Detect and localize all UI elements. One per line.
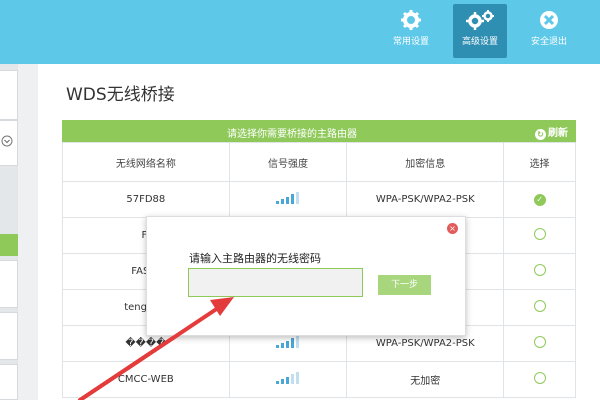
top-bar: 常用设置 高级设置 安全退出 xyxy=(0,0,600,64)
signal-bar xyxy=(276,381,280,384)
radio-icon[interactable] xyxy=(533,372,546,384)
signal-bar xyxy=(291,338,295,348)
select-cell: ✓ xyxy=(503,181,576,218)
common-settings-label: 常用设置 xyxy=(392,37,429,47)
sidebar-item[interactable] xyxy=(0,70,18,120)
sidebar-item[interactable] xyxy=(0,364,18,400)
column-header-encryption: 加密信息 xyxy=(346,142,505,182)
column-header-signal: 信号强度 xyxy=(228,142,348,182)
signal-strength-icon xyxy=(276,372,300,384)
table-row[interactable]: CMCC-WEB 无加密 xyxy=(62,361,576,398)
common-settings-button[interactable]: 常用设置 xyxy=(384,4,438,58)
signal-bar xyxy=(286,376,290,384)
radio-icon[interactable] xyxy=(533,300,546,312)
refresh-icon: ↻ xyxy=(535,129,546,140)
signal-bar xyxy=(281,198,285,204)
advanced-settings-label: 高级设置 xyxy=(461,37,498,47)
sidebar-item-expand[interactable] xyxy=(0,120,18,166)
signal-bar xyxy=(276,345,280,348)
sidebar-item[interactable] xyxy=(0,312,18,360)
refresh-button[interactable]: ↻ 刷新 xyxy=(535,124,568,140)
select-cell xyxy=(503,361,576,398)
password-input[interactable] xyxy=(188,268,363,297)
gears-icon xyxy=(466,10,494,30)
chevron-down-icon xyxy=(1,135,13,147)
signal-cell xyxy=(228,361,348,398)
signal-bar xyxy=(281,378,285,384)
encryption-info: 无加密 xyxy=(346,361,505,398)
exit-icon xyxy=(540,11,558,29)
select-cell xyxy=(503,217,576,254)
next-button[interactable]: 下一步 xyxy=(378,275,431,295)
signal-bar xyxy=(291,374,295,384)
logout-button[interactable]: 安全退出 xyxy=(522,4,576,58)
advanced-settings-button[interactable]: 高级设置 xyxy=(453,4,507,58)
select-cell xyxy=(503,289,576,326)
refresh-label: 刷新 xyxy=(548,128,568,139)
signal-bar xyxy=(291,194,295,204)
select-cell xyxy=(503,325,576,362)
sidebar-item-active[interactable] xyxy=(0,234,18,256)
column-header-ssid: 无线网络名称 xyxy=(62,142,230,182)
dialog-title: 请输入主路由器的无线密码 xyxy=(189,252,321,265)
encryption-info: WPA-PSK/WPA2-PSK xyxy=(346,181,505,218)
logout-label: 安全退出 xyxy=(530,37,567,47)
sidebar xyxy=(0,64,18,400)
signal-bar xyxy=(296,192,300,204)
table-header-bar: 请选择你需要桥接的主路由器 ↻ 刷新 xyxy=(62,120,576,142)
signal-bar xyxy=(286,196,290,204)
table-header-row: 无线网络名称 信号强度 加密信息 选择 xyxy=(62,142,576,182)
signal-bar xyxy=(296,372,300,384)
radio-icon[interactable] xyxy=(533,228,546,240)
network-name: CMCC-WEB xyxy=(62,361,230,398)
select-router-hint: 请选择你需要桥接的主路由器 xyxy=(227,129,357,140)
signal-strength-icon xyxy=(276,336,300,348)
radio-icon[interactable] xyxy=(533,336,546,348)
signal-strength-icon xyxy=(276,192,300,204)
selected-radio-icon[interactable]: ✓ xyxy=(533,193,546,206)
signal-cell xyxy=(228,181,348,218)
page-title: WDS无线桥接 xyxy=(66,85,175,105)
table-row[interactable]: 57FD88 WPA-PSK/WPA2-PSK ✓ xyxy=(62,181,576,218)
wireless-password-dialog: × 请输入主路由器的无线密码 下一步 xyxy=(146,216,466,336)
signal-bar xyxy=(281,342,285,348)
select-cell xyxy=(503,253,576,290)
close-icon[interactable]: × xyxy=(447,223,458,234)
gear-icon xyxy=(401,10,421,30)
signal-bar xyxy=(286,340,290,348)
column-header-select: 选择 xyxy=(503,142,576,182)
network-name: 57FD88 xyxy=(62,181,230,218)
signal-bar xyxy=(296,336,300,348)
sidebar-item[interactable] xyxy=(0,260,18,308)
radio-icon[interactable] xyxy=(533,264,546,276)
signal-bar xyxy=(276,201,280,204)
